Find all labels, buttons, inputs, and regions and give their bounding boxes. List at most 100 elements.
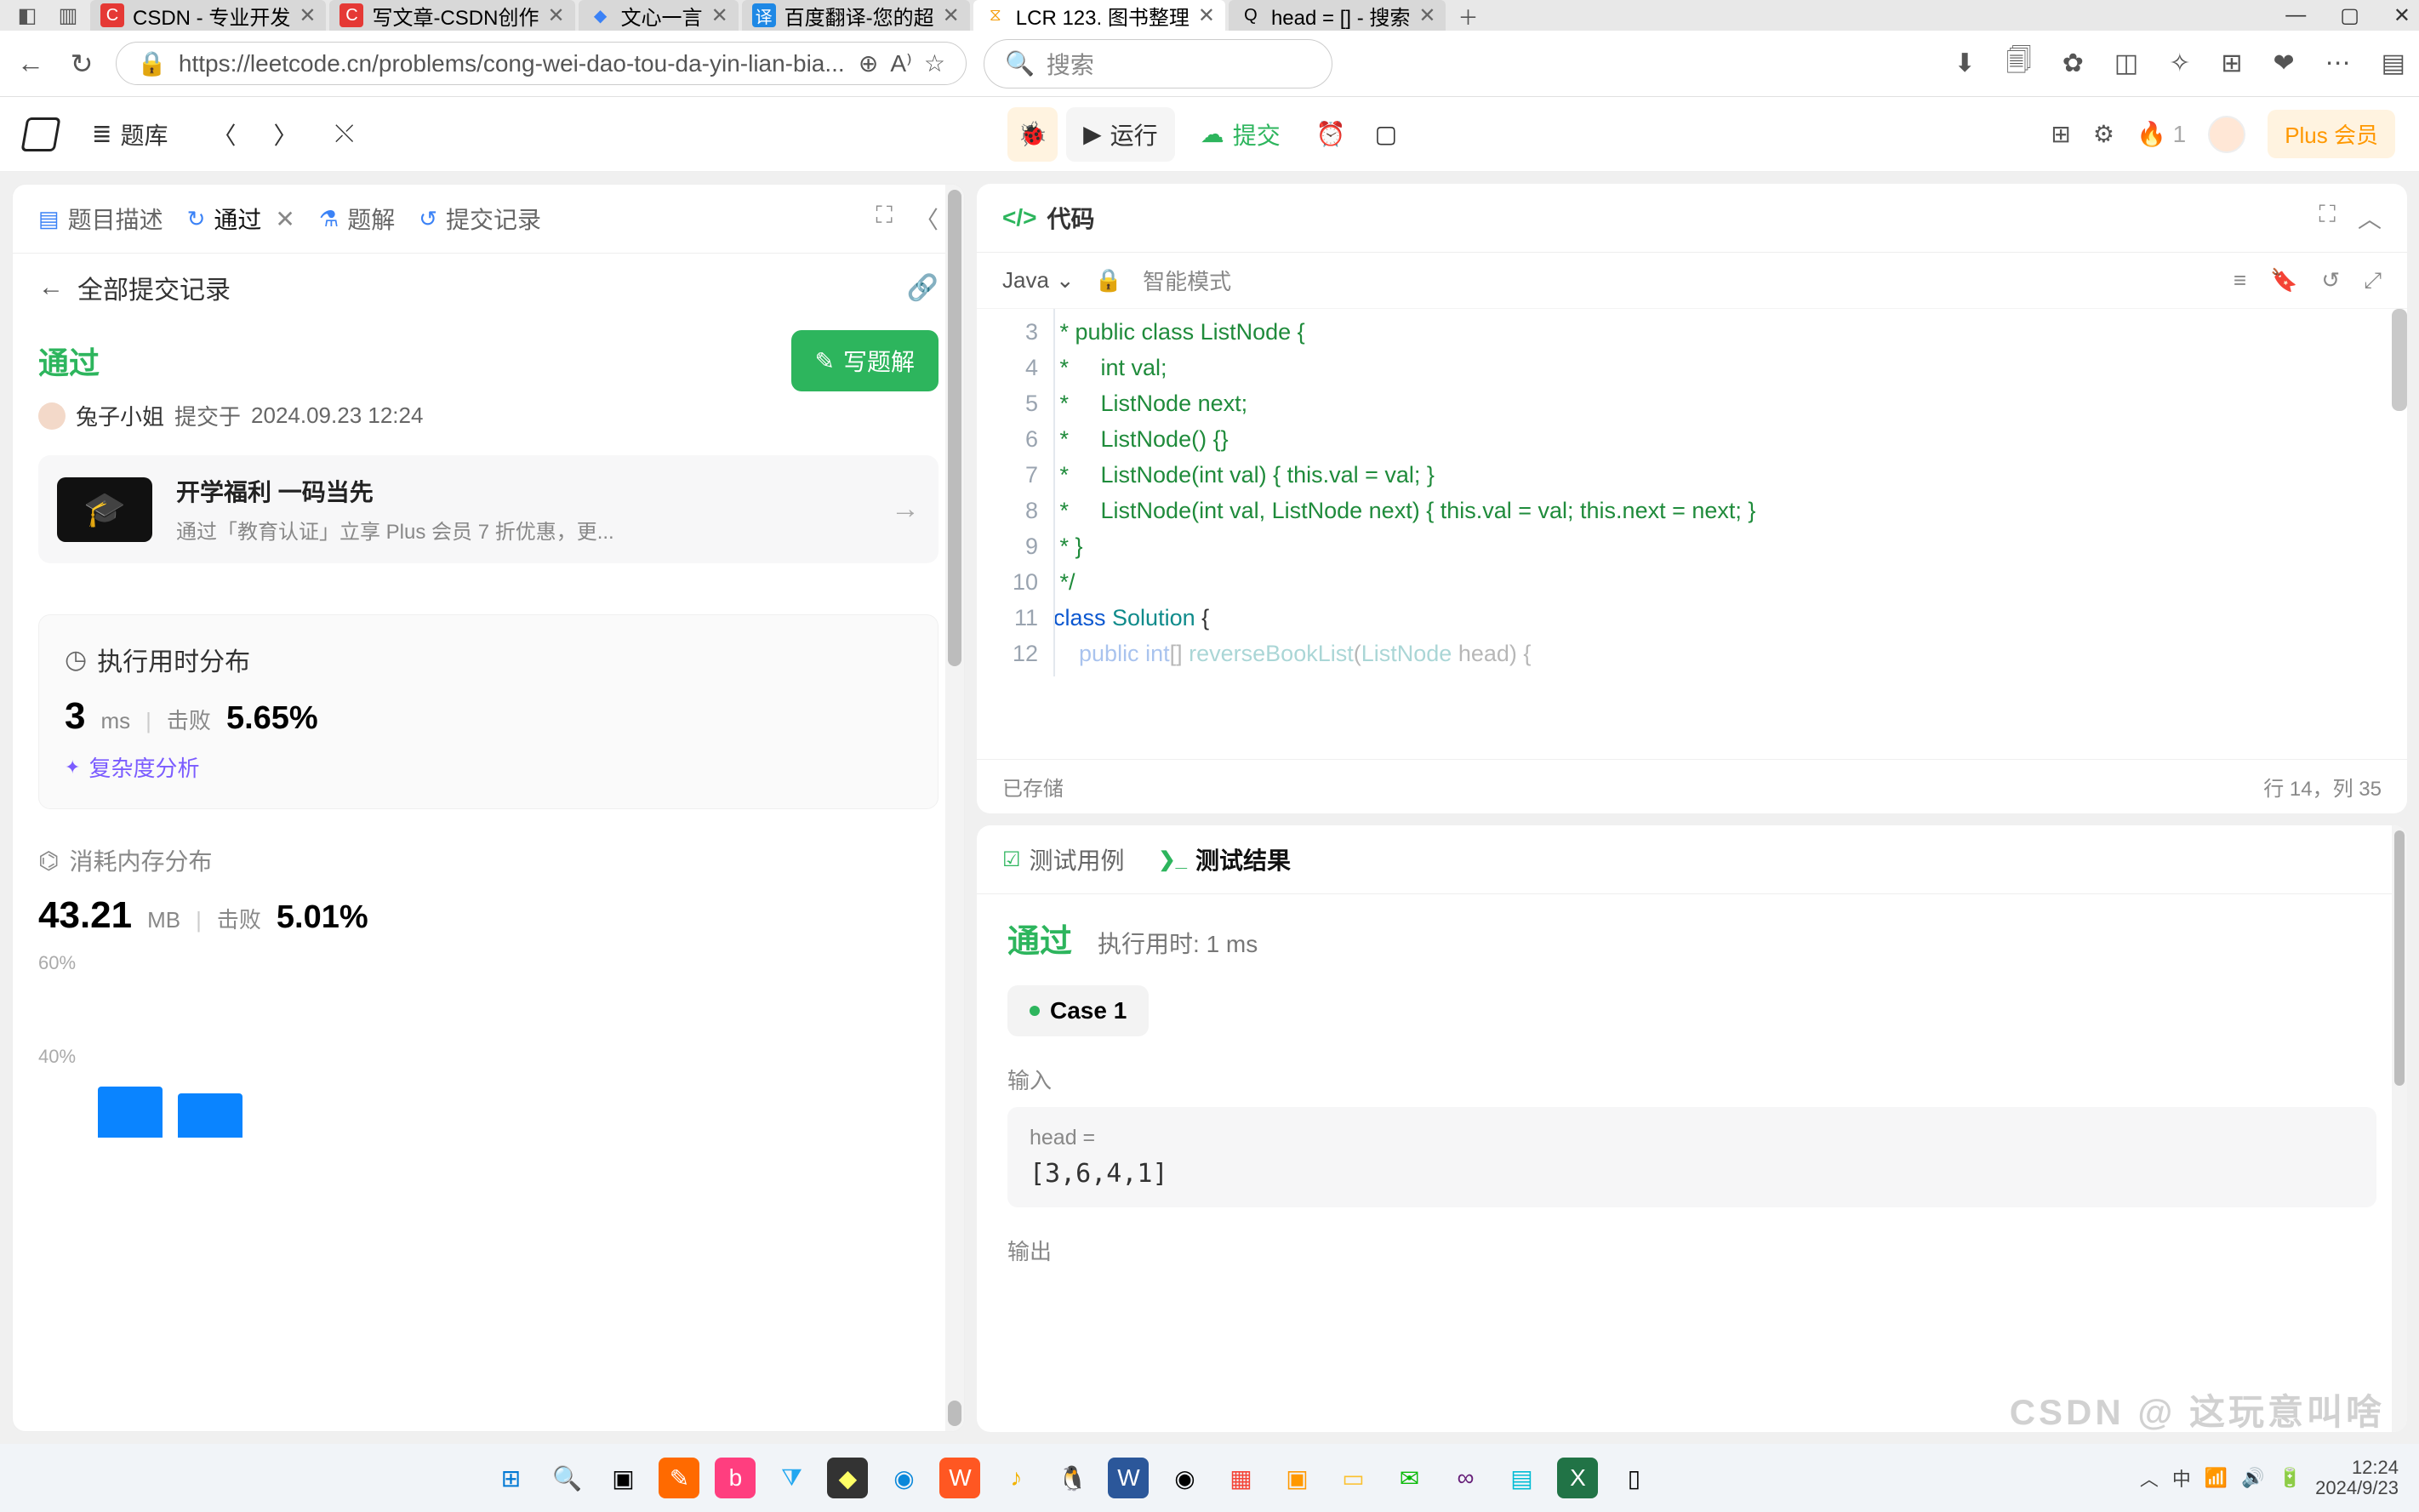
system-tray[interactable]: ︿ 中 📶 🔊 🔋 12:24 2024/9/23	[2140, 1458, 2399, 1498]
app-icon[interactable]: ✎	[659, 1458, 699, 1498]
plus-badge[interactable]: Plus 会员	[2268, 110, 2395, 158]
leetcode-logo-icon[interactable]	[20, 117, 60, 151]
more-icon[interactable]: ⋯	[2325, 42, 2351, 85]
collapse-icon[interactable]: 〈	[915, 202, 939, 236]
next-problem-button[interactable]: 〉	[264, 107, 308, 162]
problems-button[interactable]: ≣题库	[75, 107, 185, 162]
run-button[interactable]: ▶运行	[1066, 107, 1175, 162]
tab-test-results[interactable]: ❯_测试结果	[1159, 842, 1291, 876]
word-icon[interactable]: W	[1108, 1458, 1149, 1498]
streak-icon[interactable]: 🔥 1	[2137, 120, 2186, 148]
maximize-icon[interactable]: ▢	[2340, 3, 2359, 28]
tab-description[interactable]: ▤题目描述	[38, 202, 163, 236]
notes-button[interactable]: ▢	[1365, 107, 1407, 162]
minimize-icon[interactable]: —	[2285, 3, 2306, 28]
taskbar-clock[interactable]: 12:24 2024/9/23	[2315, 1458, 2399, 1498]
split-screen-icon[interactable]: ◫	[2114, 42, 2138, 85]
reset-icon[interactable]: ↺	[2321, 267, 2340, 294]
back-icon[interactable]: ←	[14, 47, 48, 81]
favorite-icon[interactable]: ☆	[924, 49, 945, 77]
submit-button[interactable]: ☁提交	[1184, 107, 1298, 162]
close-icon[interactable]: ✕	[711, 3, 728, 28]
health-icon[interactable]: ❤	[2274, 42, 2295, 85]
favorites-bar-icon[interactable]: ✧	[2169, 42, 2190, 85]
refresh-icon[interactable]: ↻	[65, 47, 99, 81]
sidebar-icon[interactable]: ▤	[2382, 42, 2405, 85]
collapse-up-icon[interactable]: ︿	[2358, 201, 2382, 235]
timer-button[interactable]: ⏰	[1306, 107, 1356, 162]
chrome-icon[interactable]: ◉	[1164, 1458, 1205, 1498]
close-icon[interactable]: ✕	[299, 3, 316, 28]
prev-problem-button[interactable]: 〈	[202, 107, 246, 162]
sidebar-toggle-icon[interactable]: ◧	[9, 3, 46, 28]
username[interactable]: 兔子小姐	[76, 400, 164, 431]
user-avatar[interactable]	[2208, 116, 2245, 153]
write-solution-button[interactable]: ✎写题解	[791, 330, 939, 391]
shuffle-button[interactable]: ⤬	[325, 110, 364, 158]
scrollbar[interactable]	[945, 185, 964, 1431]
scrollbar-arrow[interactable]	[948, 1401, 961, 1426]
read-aloud-icon[interactable]: A⁾	[890, 49, 912, 77]
close-icon[interactable]: ✕	[1418, 3, 1435, 28]
app-icon[interactable]: ▦	[1220, 1458, 1261, 1498]
settings-icon[interactable]: ⚙	[2093, 120, 2114, 148]
link-icon[interactable]: 🔗	[907, 273, 939, 303]
app-icon[interactable]: ▤	[1501, 1458, 1542, 1498]
layout-icon[interactable]: ⊞	[2051, 120, 2070, 148]
tab-passed[interactable]: ↻通过✕	[187, 202, 295, 236]
code-editor[interactable]: 3456789101112 * public class ListNode { …	[977, 309, 2407, 676]
zoom-icon[interactable]: ⊕	[859, 49, 878, 77]
add-to-collection-icon[interactable]: ⊞	[2221, 42, 2242, 85]
app-icon[interactable]: b	[715, 1458, 756, 1498]
extension-download-icon[interactable]: ⬇	[1954, 42, 1976, 85]
edge-icon[interactable]: ◉	[883, 1458, 924, 1498]
taskview-icon[interactable]: ▣	[602, 1458, 643, 1498]
browser-search-box[interactable]: 🔍 搜索	[984, 39, 1332, 88]
app-icon[interactable]: ▣	[1276, 1458, 1317, 1498]
tab-submissions[interactable]: ↺提交记录	[419, 202, 541, 236]
browser-tab[interactable]: 译百度翻译-您的超✕	[742, 0, 970, 31]
case-tab[interactable]: Case 1	[1007, 985, 1149, 1036]
new-tab-button[interactable]: ＋	[1449, 1, 1486, 31]
expand-icon[interactable]: ⤢	[2364, 267, 2382, 294]
bookmark-icon[interactable]: 🔖	[2270, 267, 2297, 294]
collections-icon[interactable]: 🗐	[2006, 42, 2032, 85]
tray-chevron-icon[interactable]: ︿	[2140, 1464, 2159, 1492]
close-icon[interactable]: ✕	[943, 3, 960, 28]
fullscreen-icon[interactable]: ⛶	[876, 202, 893, 236]
promo-card[interactable]: 🎓 开学福利 一码当先 通过「教育认证」立享 Plus 会员 7 折优惠，更..…	[38, 455, 939, 563]
wps-icon[interactable]: W	[939, 1458, 980, 1498]
excel-icon[interactable]: X	[1557, 1458, 1598, 1498]
close-icon[interactable]: ✕	[1198, 3, 1215, 28]
app-icon[interactable]: ♪	[996, 1458, 1036, 1498]
browser-tab-active[interactable]: ⧖LCR 123. 图书整理✕	[973, 0, 1225, 31]
language-select[interactable]: Java⌄	[1002, 267, 1075, 294]
notes-icon[interactable]: ▭	[1332, 1458, 1373, 1498]
debug-button[interactable]: 🐞	[1007, 107, 1058, 162]
volume-icon[interactable]: 🔊	[2241, 1467, 2264, 1489]
window-close-icon[interactable]: ✕	[2393, 3, 2410, 28]
url-bar[interactable]: 🔒 https://leetcode.cn/problems/cong-wei-…	[116, 42, 967, 85]
editor-scrollbar-thumb[interactable]	[2392, 309, 2407, 411]
app-icon[interactable]: ◆	[827, 1458, 868, 1498]
vscode-icon[interactable]: ⧩	[771, 1458, 812, 1498]
fullscreen-icon[interactable]: ⛶	[2319, 201, 2336, 235]
visualstudio-icon[interactable]: ∞	[1445, 1458, 1486, 1498]
wechat-icon[interactable]: ✉	[1389, 1458, 1429, 1498]
browser-tab[interactable]: C写文章-CSDN创作✕	[329, 0, 574, 31]
extensions-icon[interactable]: ✿	[2062, 42, 2084, 85]
scrollbar[interactable]	[2392, 825, 2407, 1432]
close-icon[interactable]: ✕	[547, 3, 564, 28]
complexity-link[interactable]: ✦复杂度分析	[65, 751, 912, 783]
start-button[interactable]: ⊞	[490, 1458, 531, 1498]
battery-icon[interactable]: 🔋	[2279, 1467, 2302, 1489]
tab-solution[interactable]: ⚗题解	[319, 202, 395, 236]
scrollbar-thumb[interactable]	[2394, 830, 2405, 1086]
format-icon[interactable]: ≡	[2234, 267, 2246, 294]
close-icon[interactable]: ✕	[275, 205, 294, 233]
browser-tab[interactable]: CCSDN - 专业开发✕	[90, 0, 326, 31]
back-icon[interactable]: ←	[38, 273, 64, 302]
workspaces-icon[interactable]: ▥	[49, 3, 87, 28]
tab-test-cases[interactable]: ☑测试用例	[1002, 842, 1125, 876]
smart-mode-label[interactable]: 智能模式	[1143, 265, 1231, 296]
